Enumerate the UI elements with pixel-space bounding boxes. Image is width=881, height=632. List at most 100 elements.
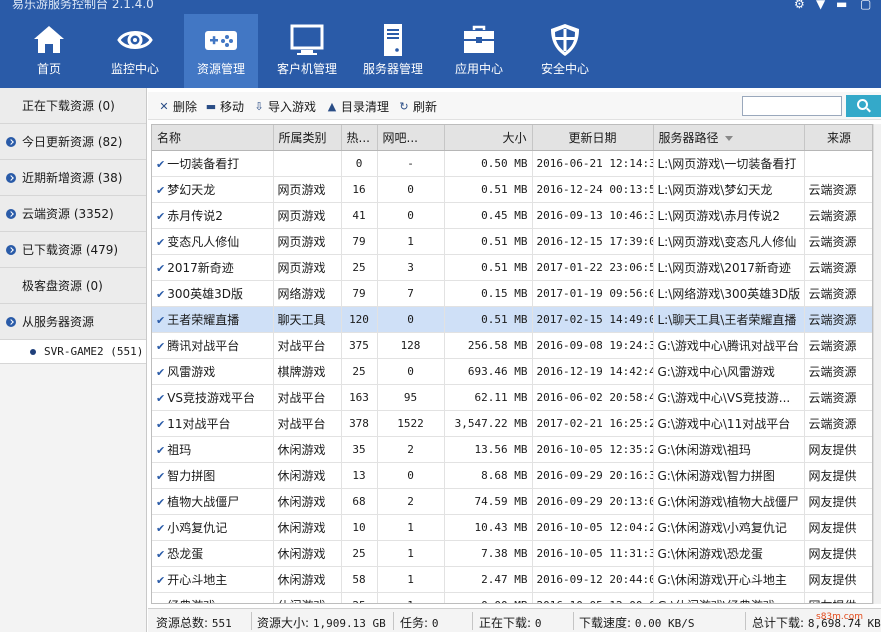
nav-home[interactable]: 首页	[12, 14, 86, 88]
col-server-path[interactable]: 服务器路径	[653, 125, 805, 151]
cell-name: ✔ 赤月传说2	[152, 202, 274, 229]
checkmark-icon[interactable]: ✔	[156, 574, 165, 587]
minimize-icon[interactable]: ▬	[836, 0, 847, 10]
col-update-date[interactable]: 更新日期	[532, 125, 654, 151]
table-row[interactable]: ✔ 王者荣耀直播 聊天工具 120 0 0.51 MB 2017-02-15 14:49:0…	[152, 306, 872, 333]
import-button[interactable]: ⇩ 导入游戏	[253, 98, 316, 115]
resource-table: 名称 所属类别 热... 网吧... 大小 更新日期 服务器路径 来源 ✔ 一切装…	[151, 124, 873, 604]
sidebar-item-geek-disk[interactable]: 极客盘资源 (0)	[0, 268, 146, 304]
nav-apps[interactable]: 应用中心	[442, 14, 516, 88]
checkmark-icon[interactable]: ✔	[156, 366, 165, 379]
sidebar-item-label: 极客盘资源 (0)	[22, 279, 103, 293]
cell-heat: 25	[341, 592, 378, 603]
table-row[interactable]: ✔经典游戏休闲游戏2510.00 MB2016-10-05 12:00:00G:…	[152, 592, 872, 604]
chevron-icon	[6, 316, 16, 327]
sidebar-subitem-server[interactable]: SVR-GAME2 (551)	[0, 340, 146, 364]
checkmark-icon[interactable]: ✔	[156, 210, 165, 223]
table-row[interactable]: ✔ 11对战平台 对战平台 378 1522 3,547.22 MB 2017-02-21 …	[152, 410, 872, 437]
clean-button[interactable]: ▲ 目录清理	[326, 98, 389, 115]
nav-server[interactable]: 服务器管理	[356, 14, 430, 88]
table-row[interactable]: ✔ 梦幻天龙 网页游戏 16 0 0.51 MB 2016-12-24 00:13:56 L:…	[152, 176, 872, 203]
checkmark-icon[interactable]: ✔	[156, 288, 165, 301]
table-row[interactable]: ✔ 2017新奇迹 网页游戏 25 3 0.51 MB 2017-01-22 23:06:5…	[152, 254, 872, 281]
cell-size: 0.51 MB	[444, 228, 533, 255]
col-size[interactable]: 大小	[444, 125, 533, 151]
search-input[interactable]	[742, 96, 842, 116]
table-row[interactable]: ✔ VS竞技游戏平台 对战平台 163 95 62.11 MB 2016-06-02 20:…	[152, 384, 872, 411]
nav-client[interactable]: 客户机管理	[270, 14, 344, 88]
table-row[interactable]: ✔ 小鸡复仇记 休闲游戏 10 1 10.43 MB 2016-10-05 12:04:26…	[152, 514, 872, 541]
table-row[interactable]: ✔ 赤月传说2 网页游戏 41 0 0.45 MB 2016-09-13 10:46:37 L…	[152, 202, 872, 229]
settings-icon[interactable]: ⚙	[794, 0, 805, 10]
checkmark-icon[interactable]: ✔	[156, 184, 165, 197]
delete-icon: ✕	[159, 100, 169, 113]
sidebar-item-downloaded[interactable]: 已下载资源 (479)	[0, 232, 146, 268]
refresh-button[interactable]: ↻ 刷新	[398, 98, 437, 115]
nav-security[interactable]: 安全中心	[528, 14, 602, 88]
cell-name: ✔ 梦幻天龙	[152, 176, 274, 203]
col-netbar[interactable]: 网吧...	[377, 125, 445, 151]
nav-resource[interactable]: 资源管理	[184, 14, 258, 88]
checkmark-icon[interactable]: ✔	[156, 262, 165, 275]
cell-source: 网友提供	[804, 566, 872, 593]
delete-button[interactable]: ✕ 删除	[158, 98, 197, 115]
cell-netbar: 0	[377, 462, 445, 489]
cell-source: 云端资源	[804, 254, 872, 281]
status-divider	[745, 612, 746, 630]
status-divider	[251, 612, 252, 630]
checkmark-icon[interactable]: ✔	[156, 522, 165, 535]
checkmark-icon[interactable]: ✔	[156, 600, 165, 604]
col-name[interactable]: 名称	[152, 125, 274, 151]
table-row[interactable]: ✔ 变态凡人修仙 网页游戏 79 1 0.51 MB 2016-12-15 17:39:05…	[152, 228, 872, 255]
checkmark-icon[interactable]: ✔	[156, 158, 165, 171]
cell-update-date: 2016-09-12 20:44:08	[532, 566, 654, 593]
col-heat[interactable]: 热...	[341, 125, 378, 151]
maximize-icon[interactable]: ▢	[860, 0, 871, 10]
table-row[interactable]: ✔ 一切装备看打 0-0.50 MB 2016-06-21 12:14:38 L:\网页…	[152, 150, 872, 177]
checkmark-icon[interactable]: ✔	[156, 236, 165, 249]
sidebar-item-downloading[interactable]: 正在下载资源 (0)	[0, 88, 146, 124]
cell-server-path: L:\网页游戏\赤月传说2	[653, 202, 805, 229]
checkmark-icon[interactable]: ✔	[156, 548, 165, 561]
checkmark-icon[interactable]: ✔	[156, 340, 165, 353]
cell-update-date: 2016-09-08 19:24:39	[532, 332, 654, 359]
sidebar-item-today[interactable]: 今日更新资源 (82)	[0, 124, 146, 160]
cell-source: 云端资源	[804, 332, 872, 359]
checkmark-icon[interactable]: ✔	[156, 470, 165, 483]
cell-category: 对战平台	[273, 332, 342, 359]
sidebar-item-cloud[interactable]: 云端资源 (3352)	[0, 196, 146, 232]
table-row[interactable]: ✔ 祖玛 休闲游戏 35 2 13.56 MB 2016-10-05 12:35:28 G:\…	[152, 436, 872, 463]
table-row[interactable]: ✔ 开心斗地主 休闲游戏 58 1 2.47 MB 2016-09-12 20:44:08 G…	[152, 566, 872, 593]
cell-category: 网页游戏	[273, 254, 342, 281]
move-button[interactable]: ▬ 移动	[205, 98, 244, 115]
cell-heat: 79	[341, 280, 378, 307]
table-row[interactable]: ✔ 300英雄3D版 网络游戏 79 7 0.15 MB 2017-01-19 09:56:…	[152, 280, 872, 307]
nav-monitor[interactable]: 监控中心	[98, 14, 172, 88]
checkmark-icon[interactable]: ✔	[156, 314, 165, 327]
sidebar-item-recent[interactable]: 近期新增资源 (38)	[0, 160, 146, 196]
checkmark-icon[interactable]: ✔	[156, 444, 165, 457]
table-row[interactable]: ✔ 植物大战僵尸 休闲游戏 68 2 74.59 MB 2016-09-29 20:13:0…	[152, 488, 872, 515]
sidebar-item-from-server[interactable]: 从服务器资源	[0, 304, 146, 340]
cell-heat: 375	[341, 332, 378, 359]
checkmark-icon[interactable]: ✔	[156, 496, 165, 509]
refresh-icon: ↻	[399, 100, 409, 113]
col-category[interactable]: 所属类别	[273, 125, 342, 151]
checkmark-icon[interactable]: ✔	[156, 418, 165, 431]
table-row[interactable]: ✔ 风雷游戏 棋牌游戏 25 0 693.46 MB 2016-12-19 14:42:49…	[152, 358, 872, 385]
table-row[interactable]: ✔ 恐龙蛋 休闲游戏 25 1 7.38 MB 2016-10-05 11:31:36 G:\…	[152, 540, 872, 567]
cell-heat: 163	[341, 384, 378, 411]
cell-heat: 35	[341, 436, 378, 463]
table-row[interactable]: ✔ 腾讯对战平台 对战平台 375 128 256.58 MB 2016-09-08 19:…	[152, 332, 872, 359]
search-button[interactable]	[846, 95, 881, 117]
cell-name: ✔ 植物大战僵尸	[152, 488, 274, 515]
cell-name-text: 梦幻天龙	[167, 182, 216, 197]
chevron-icon	[6, 244, 16, 255]
vertical-scrollbar[interactable]	[873, 124, 881, 604]
table-row[interactable]: ✔ 智力拼图 休闲游戏 13 0 8.68 MB 2016-09-29 20:16:39 G:…	[152, 462, 872, 489]
cell-size: 62.11 MB	[444, 384, 533, 411]
import-icon: ⇩	[254, 100, 264, 113]
col-source[interactable]: 来源	[804, 125, 872, 151]
checkmark-icon[interactable]: ✔	[156, 392, 165, 405]
dropdown-icon[interactable]: ▼	[816, 0, 825, 10]
